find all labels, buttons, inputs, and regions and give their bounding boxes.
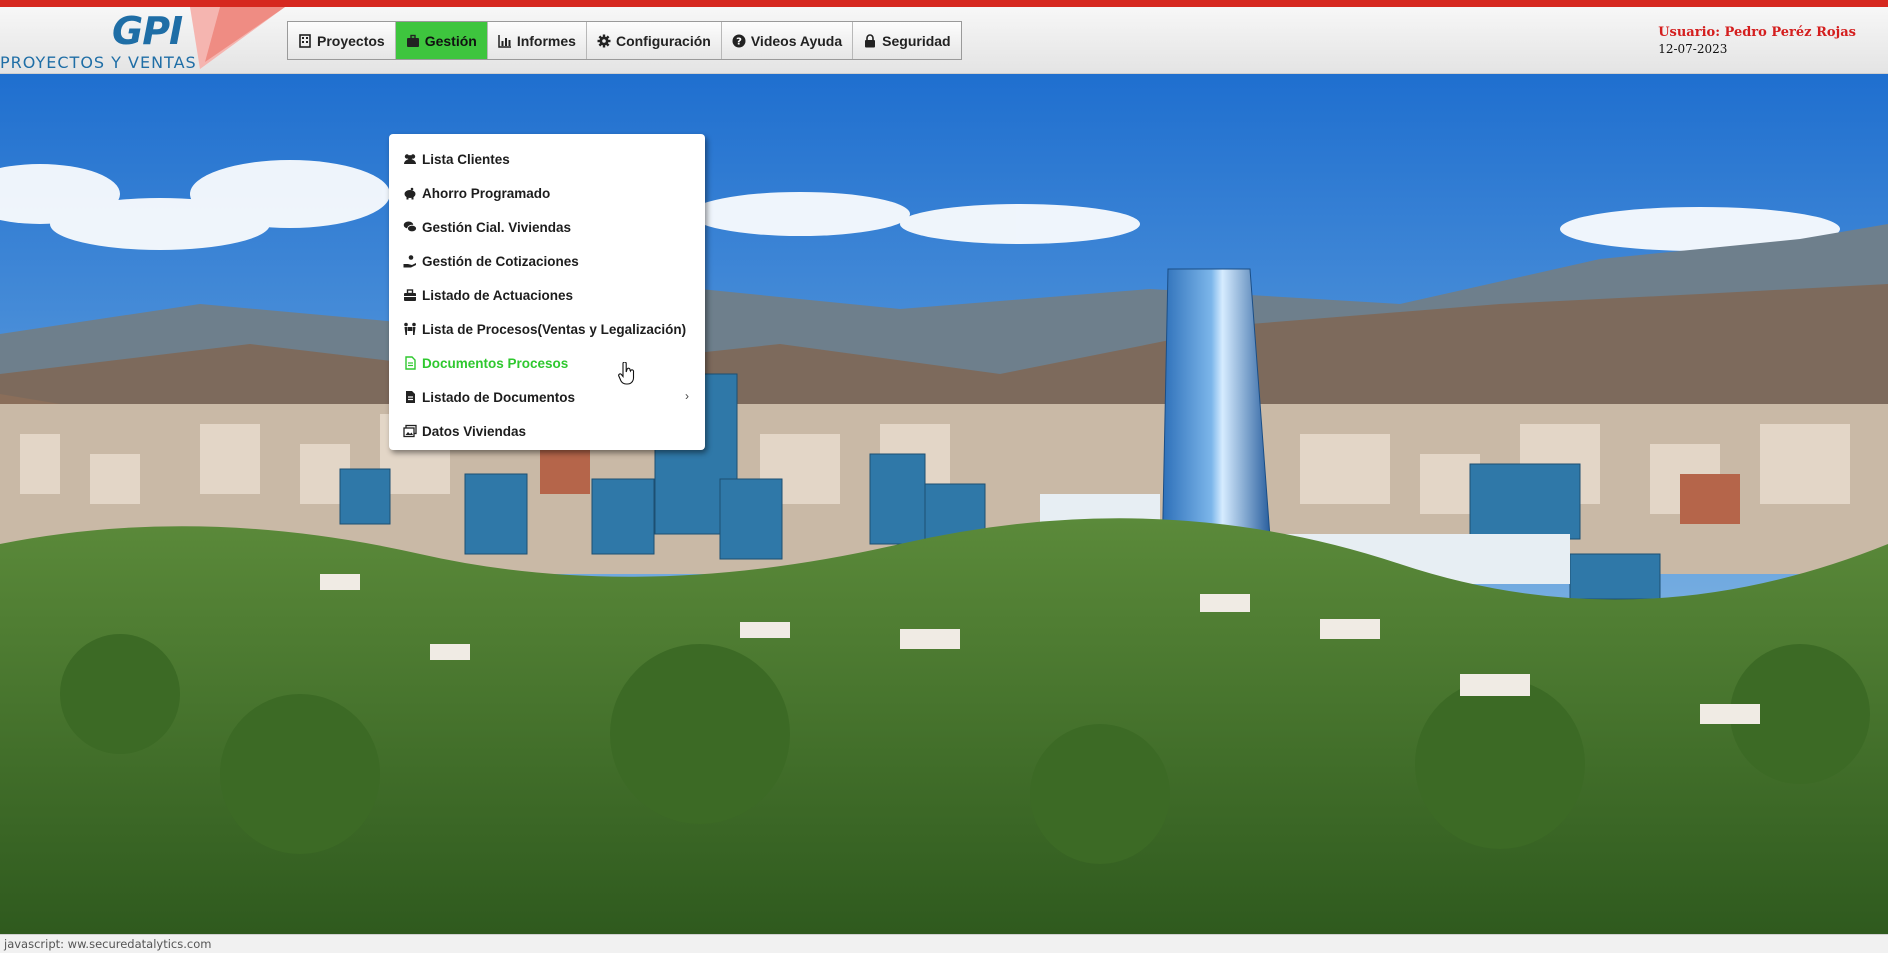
- nav-informes-label: Informes: [516, 32, 576, 49]
- menu-item-label: Lista de Procesos(Ventas y Legalización): [422, 321, 687, 337]
- menu-item-listado-actuaciones[interactable]: Listado de Actuaciones: [389, 278, 705, 312]
- chevron-right-icon: ›: [685, 389, 689, 403]
- menu-item-datos-viviendas[interactable]: Datos Viviendas: [389, 414, 705, 448]
- nav-seguridad-label: Seguridad: [882, 32, 951, 49]
- piggy-bank-icon: [404, 187, 416, 200]
- menu-item-label: Gestión Cial. Viviendas: [422, 219, 572, 235]
- top-accent-strip: [0, 0, 1888, 7]
- logo[interactable]: GPI PROYECTOS Y VENTAS: [0, 7, 290, 73]
- nav-informes[interactable]: Informes: [488, 22, 587, 59]
- menu-item-label: Ahorro Programado: [422, 185, 551, 201]
- user-info: Usuario: Pedro Peréz Rojas 12-07-2023: [1658, 25, 1856, 56]
- menu-item-label: Listado de Documentos: [422, 389, 576, 405]
- nav-videos-ayuda[interactable]: ? Videos Ayuda: [722, 22, 854, 59]
- svg-text:?: ?: [736, 36, 742, 47]
- logo-gpi-text: GPI: [112, 9, 183, 53]
- logo-triangle-shape: [190, 7, 285, 69]
- browser-status-bar: javascript: ww.securedatalytics.com: [0, 934, 1888, 953]
- menu-item-gestion-cial-viviendas[interactable]: Gestión Cial. Viviendas: [389, 210, 705, 244]
- gestion-dropdown-menu: Lista Clientes Ahorro Programado Gestión…: [389, 134, 705, 450]
- main-nav: Proyectos Gestión Informes Configuración…: [287, 21, 962, 60]
- menu-item-label: Documentos Procesos: [422, 355, 569, 371]
- nav-proyectos-label: Proyectos: [317, 32, 385, 49]
- gear-icon: [597, 34, 611, 47]
- hand-pointer-icon: [618, 362, 635, 385]
- menu-item-lista-clientes[interactable]: Lista Clientes: [389, 142, 705, 176]
- menu-item-ahorro-programado[interactable]: Ahorro Programado: [389, 176, 705, 210]
- briefcase-icon: [406, 34, 419, 47]
- people-carry-icon: [404, 322, 416, 335]
- question-circle-icon: ?: [732, 34, 746, 47]
- menu-item-label: Listado de Actuaciones: [422, 287, 574, 303]
- nav-videos-ayuda-label: Videos Ayuda: [750, 32, 843, 49]
- header-bar: GPI PROYECTOS Y VENTAS Proyectos Gestión…: [0, 7, 1888, 74]
- toolbox-icon: [404, 289, 416, 301]
- file-icon: [405, 356, 416, 370]
- nav-configuracion-label: Configuración: [615, 32, 711, 49]
- file-lines-icon: [406, 391, 415, 403]
- current-date: 12-07-2023: [1658, 42, 1728, 56]
- nav-configuracion[interactable]: Configuración: [587, 22, 722, 59]
- user-name: Usuario: Pedro Peréz Rojas: [1658, 25, 1856, 40]
- comments-icon: [403, 221, 417, 233]
- building-icon: [299, 33, 311, 48]
- logo-subtitle: PROYECTOS Y VENTAS: [0, 53, 197, 72]
- menu-item-gestion-cotizaciones[interactable]: Gestión de Cotizaciones: [389, 244, 705, 278]
- nav-gestion-label: Gestión: [424, 32, 477, 49]
- menu-item-label: Lista Clientes: [422, 151, 510, 167]
- menu-item-lista-procesos[interactable]: Lista de Procesos(Ventas y Legalización): [389, 312, 705, 346]
- users-icon: [404, 154, 416, 164]
- menu-item-documentos-procesos[interactable]: Documentos Procesos: [389, 346, 705, 380]
- background-cityscape-image: Lista Clientes Ahorro Programado Gestión…: [0, 74, 1888, 934]
- menu-item-listado-documentos[interactable]: Listado de Documentos ›: [389, 380, 705, 414]
- menu-item-label: Gestión de Cotizaciones: [422, 253, 579, 269]
- images-icon: [403, 424, 417, 438]
- nav-seguridad[interactable]: Seguridad: [853, 22, 960, 59]
- menu-item-label: Datos Viviendas: [422, 423, 527, 439]
- hand-holding-icon: [403, 255, 416, 268]
- nav-proyectos[interactable]: Proyectos: [288, 22, 396, 59]
- lock-icon: [865, 33, 876, 47]
- bar-chart-icon: [498, 34, 511, 48]
- nav-gestion[interactable]: Gestión: [395, 22, 488, 59]
